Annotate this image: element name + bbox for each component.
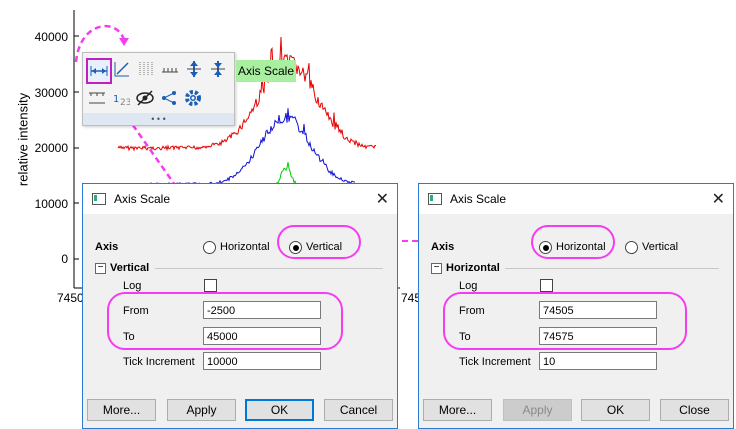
axis-label: Axis bbox=[95, 241, 119, 253]
mini-toolbar: 1 23 • • • bbox=[82, 52, 235, 126]
log-label: Log bbox=[459, 280, 478, 292]
log-label: Log bbox=[123, 280, 142, 292]
dialog-buttons: More... Apply OK Cancel bbox=[87, 399, 393, 423]
y-tick-label: 10000 bbox=[34, 197, 68, 211]
rescale-horizontal-icon[interactable] bbox=[207, 58, 229, 80]
highlight-from-to-left bbox=[107, 292, 343, 350]
annotation-arrowhead bbox=[119, 38, 129, 46]
axis-label: Axis bbox=[431, 241, 455, 253]
svg-text:23: 23 bbox=[120, 98, 130, 107]
collapse-icon[interactable]: − bbox=[431, 263, 442, 274]
grid-icon[interactable] bbox=[135, 58, 157, 80]
tooltip-axis-scale: Axis Scale bbox=[236, 60, 296, 82]
more-button[interactable]: More... bbox=[423, 399, 492, 421]
axis-scale-icon[interactable] bbox=[86, 58, 112, 84]
radio-vertical-label[interactable]: Vertical bbox=[642, 241, 678, 253]
ticks-icon[interactable] bbox=[159, 58, 181, 80]
highlight-horizontal-radio bbox=[531, 225, 615, 259]
dialog-buttons: More... Apply OK Close bbox=[423, 399, 729, 423]
tick-marks-icon[interactable] bbox=[86, 87, 108, 109]
share-icon[interactable] bbox=[158, 87, 180, 109]
log-checkbox[interactable] bbox=[204, 279, 217, 292]
radio-vertical[interactable] bbox=[625, 241, 638, 254]
close-button[interactable]: Close bbox=[660, 399, 729, 421]
settings-icon[interactable] bbox=[182, 87, 204, 109]
toolbar-more[interactable]: • • • bbox=[83, 113, 234, 125]
dialog-titlebar[interactable]: Axis Scale ✕ bbox=[419, 184, 733, 214]
log-checkbox[interactable] bbox=[540, 279, 553, 292]
section-divider bbox=[155, 268, 383, 269]
tick-increment-label: Tick Increment bbox=[459, 356, 531, 368]
window-icon bbox=[428, 193, 442, 205]
close-icon[interactable]: ✕ bbox=[376, 189, 389, 209]
count-icon[interactable]: 1 23 bbox=[110, 87, 132, 109]
radio-horizontal-label[interactable]: Horizontal bbox=[220, 241, 270, 253]
y-tick-label: 20000 bbox=[34, 141, 68, 155]
ok-button[interactable]: OK bbox=[581, 399, 650, 421]
dialog-title: Axis Scale bbox=[114, 192, 171, 206]
window-icon bbox=[92, 193, 106, 205]
tick-increment-input[interactable]: 10000 bbox=[203, 352, 321, 370]
highlight-vertical-radio bbox=[277, 225, 361, 259]
tick-increment-input[interactable]: 10 bbox=[539, 352, 657, 370]
y-axis-label: relative intensity bbox=[15, 92, 31, 187]
collapse-icon[interactable]: − bbox=[95, 263, 106, 274]
diagonal-axis-icon[interactable] bbox=[111, 58, 133, 80]
highlight-from-to-right bbox=[443, 292, 687, 350]
section-title: Horizontal bbox=[446, 262, 500, 274]
section-divider bbox=[505, 268, 719, 269]
hide-icon[interactable] bbox=[134, 87, 156, 109]
y-tick-label: 0 bbox=[61, 252, 68, 266]
dialog-titlebar[interactable]: Axis Scale ✕ bbox=[83, 184, 397, 214]
rescale-vertical-icon[interactable] bbox=[183, 58, 205, 80]
y-tick-label: 30000 bbox=[34, 86, 68, 100]
tick-increment-label: Tick Increment bbox=[123, 356, 195, 368]
y-tick-label: 40000 bbox=[34, 30, 68, 44]
dialog-title: Axis Scale bbox=[450, 192, 507, 206]
x-tick-label: 7450 bbox=[57, 291, 84, 305]
more-button[interactable]: More... bbox=[87, 399, 156, 421]
radio-horizontal[interactable] bbox=[203, 241, 216, 254]
apply-button[interactable]: Apply bbox=[503, 399, 572, 421]
section-title: Vertical bbox=[110, 262, 150, 274]
apply-button[interactable]: Apply bbox=[167, 399, 236, 421]
cancel-button[interactable]: Cancel bbox=[324, 399, 393, 421]
svg-text:1: 1 bbox=[113, 94, 119, 105]
close-icon[interactable]: ✕ bbox=[712, 189, 725, 209]
ok-button[interactable]: OK bbox=[245, 399, 314, 421]
